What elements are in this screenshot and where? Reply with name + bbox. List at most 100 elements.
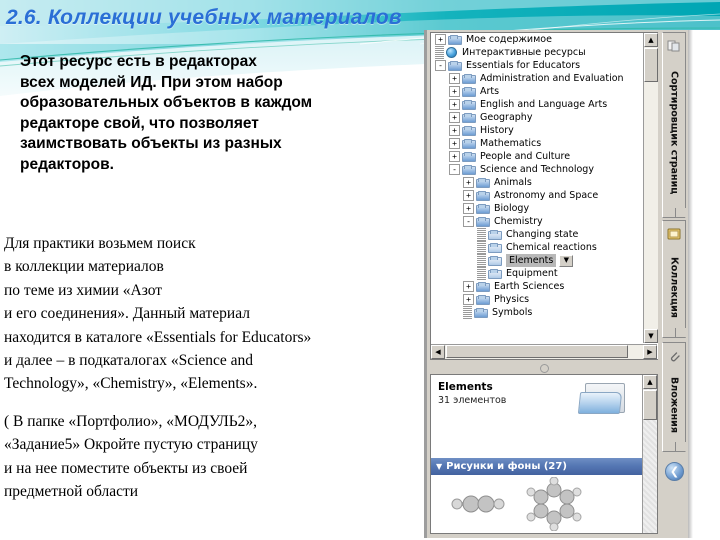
collapse-icon[interactable]: - [435, 60, 446, 71]
chevron-down-icon[interactable]: ▼ [436, 458, 442, 475]
paragraph-practice-line: в коллекции материалов [4, 258, 164, 276]
tree-item[interactable]: Chemical reactions [431, 241, 643, 254]
tree-scroll-up-button[interactable]: ▲ [644, 33, 658, 47]
tree-scroll-down-button[interactable]: ▼ [644, 329, 658, 343]
gallery-vscroll-thumb[interactable] [643, 390, 657, 420]
tree-item[interactable]: - Science and Technology [431, 163, 643, 176]
tree-item[interactable]: Интерактивные ресурсы [431, 46, 643, 59]
expand-icon[interactable]: + [435, 34, 446, 45]
embedded-app-screenshot: + Мое содержимое Интерактивные ресурсы - Ess… [424, 30, 720, 538]
gallery-header: Elements 31 элементов [431, 375, 642, 433]
tree-item[interactable]: - Chemistry [431, 215, 643, 228]
expand-icon[interactable]: + [463, 203, 474, 214]
collapse-icon[interactable]: - [449, 164, 460, 175]
gallery-section-header[interactable]: ▼ Рисунки и фоны (27) [431, 458, 642, 475]
expand-icon[interactable]: + [449, 125, 460, 136]
tree-item-label: Animals [494, 177, 532, 188]
tree-item[interactable]: + Animals [431, 176, 643, 189]
collection-tree-panel: + Мое содержимое Интерактивные ресурсы - Ess… [430, 32, 658, 360]
panel-splitter[interactable] [430, 361, 658, 373]
tree-item-label: Changing state [506, 229, 579, 240]
tree-scroll-right-button[interactable]: ▶ [643, 345, 657, 359]
splitter-grip-icon[interactable] [540, 364, 549, 373]
thumbnail-molecule-chain[interactable] [447, 477, 509, 531]
thumbnail-molecule-ring[interactable] [523, 476, 585, 532]
collapse-icon[interactable]: - [463, 216, 474, 227]
tree-guide-line [477, 228, 486, 241]
tree-item[interactable]: - Essentials for Educators [431, 59, 643, 72]
tree-item-label: Astronomy and Space [494, 190, 599, 201]
expand-icon[interactable]: + [449, 73, 460, 84]
folder-icon [462, 112, 476, 123]
tree-item-label: Equipment [506, 268, 558, 279]
gallery-vertical-scrollbar[interactable]: ▲ [642, 375, 657, 533]
tab-attachments[interactable]: Вложения [662, 342, 686, 452]
tree-item-label: History [480, 125, 514, 136]
gallery-section-label: Рисунки и фоны (27) [446, 461, 567, 472]
expand-icon[interactable]: + [463, 177, 474, 188]
tree-item-label: People and Culture [480, 151, 571, 162]
tree-item[interactable]: + Arts [431, 85, 643, 98]
tree-item[interactable]: + History [431, 124, 643, 137]
tab-attachments-label: Вложения [668, 377, 680, 433]
folder-icon [462, 125, 476, 136]
folder-icon [448, 34, 462, 45]
tree-item-label: Chemistry [494, 216, 543, 227]
folder-icon [488, 268, 502, 279]
expand-icon[interactable]: + [449, 99, 460, 110]
paragraph-intro-line: редакторе свой, что позволяет [20, 114, 259, 132]
side-tab-strip: Сортировщик страниц Коллекция Вложения ❮ [660, 30, 688, 538]
tab-corner-fold [675, 328, 686, 338]
gallery-title: Elements [438, 381, 493, 393]
tree-item-dropdown-button[interactable]: ▼ [559, 254, 574, 267]
tree-item[interactable]: Equipment [431, 267, 643, 280]
tree-item[interactable]: + Administration and Evaluation [431, 72, 643, 85]
tree-item-label: Administration and Evaluation [480, 73, 624, 84]
expand-icon[interactable]: + [463, 190, 474, 201]
paragraph-practice-line: находится в каталоге «Essentials for Edu… [4, 328, 312, 346]
tab-corner-fold [675, 208, 686, 218]
back-button[interactable]: ❮ [665, 462, 684, 481]
tree-item[interactable]: Changing state [431, 228, 643, 241]
tree-item[interactable]: + Biology [431, 202, 643, 215]
tree-vertical-scrollbar[interactable]: ▲ ▼ [643, 33, 658, 343]
folder-icon [462, 99, 476, 110]
tree-guide-line [477, 241, 486, 254]
paragraph-intro-line: всех моделей ИД. При этом набор [20, 73, 283, 91]
tree-item-label: Biology [494, 203, 530, 214]
tree-item-label: Symbols [492, 307, 533, 318]
tree-item[interactable]: + Mathematics [431, 137, 643, 150]
tree-item[interactable]: Symbols [431, 306, 643, 319]
tree-item[interactable]: + Astronomy and Space [431, 189, 643, 202]
expand-icon[interactable]: + [449, 138, 460, 149]
tree-item[interactable]: + English and Language Arts [431, 98, 643, 111]
tab-page-sorter[interactable]: Сортировщик страниц [662, 32, 686, 218]
paragraph-practice-line: и далее – в подкаталогах «Science and [4, 352, 254, 370]
tree-hscroll-thumb[interactable] [446, 345, 628, 358]
tree-vscroll-thumb[interactable] [644, 48, 658, 82]
page-title: 2.6. Коллекции учебных материалов [6, 6, 402, 29]
tree-item[interactable]: + Мое содержимое [431, 33, 643, 46]
expand-icon[interactable]: + [463, 294, 474, 305]
tree-item[interactable]: + Physics [431, 293, 643, 306]
app-panel: + Мое содержимое Интерактивные ресурсы - Ess… [427, 30, 688, 538]
tree-item-label: English and Language Arts [480, 99, 608, 110]
paragraph-intro-line: редакторов. [20, 155, 114, 173]
collection-tree[interactable]: + Мое содержимое Интерактивные ресурсы - Ess… [431, 33, 643, 343]
folder-icon [462, 86, 476, 97]
tree-item[interactable]: + Geography [431, 111, 643, 124]
paragraph-task-line: «Задание5» Окройте пустую страницу [4, 436, 258, 454]
paragraph-task: ( В папке «Портфолио», «МОДУЛЬ2», «Задан… [4, 410, 424, 504]
tree-item[interactable]: + Earth Sciences [431, 280, 643, 293]
tree-scroll-left-button[interactable]: ◀ [431, 345, 445, 359]
expand-icon[interactable]: + [449, 86, 460, 97]
expand-icon[interactable]: + [463, 281, 474, 292]
expand-icon[interactable]: + [449, 112, 460, 123]
molecule-chain-graphic [451, 495, 505, 513]
expand-icon[interactable]: + [449, 151, 460, 162]
tab-collection[interactable]: Коллекция [662, 220, 686, 338]
gallery-scroll-up-button[interactable]: ▲ [643, 375, 657, 389]
tree-horizontal-scrollbar[interactable]: ◀ ▶ [431, 344, 657, 359]
tree-item[interactable]: Elements ▼ [431, 254, 643, 267]
tree-item[interactable]: + People and Culture [431, 150, 643, 163]
